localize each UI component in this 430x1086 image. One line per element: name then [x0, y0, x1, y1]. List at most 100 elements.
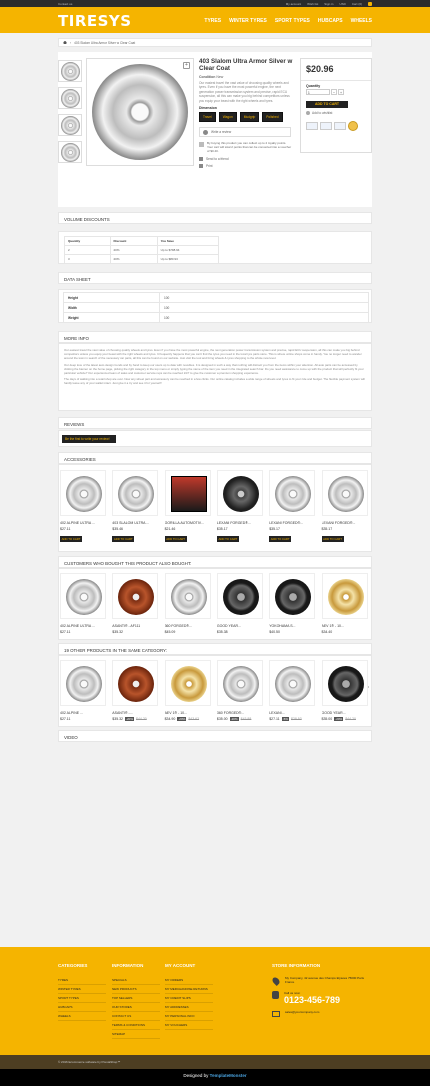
- product-card[interactable]: 360 FORGED®... $45.09: [164, 573, 211, 634]
- product-name[interactable]: ASANTI® -...: [112, 711, 158, 715]
- nav-item-wheels[interactable]: WHEELS: [351, 18, 372, 24]
- product-card[interactable]: LEXANI FORGED®... $35.17 ADD TO CART: [321, 470, 368, 542]
- product-name[interactable]: LEXANI FORGED®...: [322, 521, 368, 525]
- add-to-cart-button[interactable]: ADD TO CART: [321, 536, 344, 542]
- currency-select[interactable]: USD: [339, 2, 345, 6]
- product-thumb[interactable]: [269, 573, 316, 619]
- product-thumb[interactable]: [164, 573, 211, 619]
- product-name[interactable]: 403 SLALOM ULTRA ...: [112, 521, 158, 525]
- product-card[interactable]: ASANTI® -... $35.32 -20% $44.20: [112, 660, 159, 721]
- product-thumb[interactable]: [60, 573, 106, 619]
- dimension-option[interactable]: Polished: [262, 112, 283, 123]
- footer-link[interactable]: Contact us: [112, 1012, 160, 1021]
- product-card[interactable]: YOKOHAMA S... $40.50: [269, 573, 316, 634]
- zoom-icon[interactable]: +: [183, 62, 190, 69]
- product-card[interactable]: AEV 1® - 10... $34.40: [321, 573, 368, 634]
- product-thumb[interactable]: [164, 470, 211, 516]
- product-card[interactable]: LEXANI FORGED®... $35.17 ADD TO CART: [269, 470, 316, 542]
- send-to-friend-link[interactable]: Send to a friend: [199, 157, 293, 161]
- product-name[interactable]: AEV 1® - 10...: [165, 711, 211, 715]
- add-to-cart-button[interactable]: ADD TO CART: [269, 536, 292, 542]
- product-thumb[interactable]: [112, 660, 159, 706]
- product-name[interactable]: YOKOHAMA S...: [269, 624, 315, 628]
- product-card[interactable]: LEXANI FORGED®... $35.17 ADD TO CART: [216, 470, 263, 542]
- cart-icon[interactable]: [368, 1, 372, 6]
- footer-link[interactable]: Top sellers: [112, 994, 160, 1003]
- product-main-image[interactable]: +: [86, 58, 194, 166]
- footer-link[interactable]: Specials: [112, 976, 160, 985]
- thumbnail[interactable]: [58, 87, 82, 109]
- product-card[interactable]: 402 ALPINE ULTRA ... $27.11: [60, 573, 106, 634]
- product-name[interactable]: GOOD YEAR...: [322, 711, 368, 715]
- dimension-option[interactable]: Mudgrip: [239, 112, 260, 123]
- product-name[interactable]: LEXANI...: [269, 711, 315, 715]
- footer-link[interactable]: Winter tyres: [58, 985, 106, 994]
- product-thumb[interactable]: [216, 573, 263, 619]
- footer-link[interactable]: Our stores: [112, 1003, 160, 1012]
- my-account-link[interactable]: My account: [286, 2, 301, 6]
- product-card[interactable]: 402 ALPINE ULTRA ... $27.11 ADD TO CART: [60, 470, 106, 542]
- product-name[interactable]: AEV 1® - 10...: [322, 624, 368, 628]
- product-name[interactable]: 402 ALPINE ULTRA ...: [60, 624, 106, 628]
- dimension-option[interactable]: Travel: [199, 112, 216, 123]
- quantity-plus-button[interactable]: +: [338, 89, 344, 95]
- footer-link[interactable]: My merchandise returns: [165, 985, 213, 994]
- quantity-input[interactable]: 1: [306, 89, 330, 95]
- thumbnail[interactable]: [58, 60, 82, 82]
- nav-item-sport-types[interactable]: SPORT TYPES: [275, 18, 310, 24]
- product-thumb[interactable]: [321, 573, 368, 619]
- product-card[interactable]: GOOD YEAR... $35.38: [216, 573, 263, 634]
- sign-in-link[interactable]: Sign in: [324, 2, 333, 6]
- add-to-wishlist-link[interactable]: Add to wishlist: [306, 111, 371, 115]
- quantity-minus-button[interactable]: −: [331, 89, 337, 95]
- nav-item-winter-tyres[interactable]: WINTER TYRES: [229, 18, 267, 24]
- product-name[interactable]: GORILLA AUTOMOTIV...: [165, 521, 211, 525]
- wish-list-link[interactable]: Wish list: [307, 2, 318, 6]
- product-thumb[interactable]: [112, 573, 159, 619]
- product-name[interactable]: 360 FORGED®...: [165, 624, 211, 628]
- product-thumb[interactable]: [269, 470, 316, 516]
- product-card[interactable]: 402 ALPINE ... $27.11: [60, 660, 106, 721]
- add-to-cart-button[interactable]: ADD TO CART: [60, 536, 82, 542]
- footer-link[interactable]: My credit slips: [165, 994, 213, 1003]
- product-thumb[interactable]: [216, 660, 263, 706]
- product-name[interactable]: 402 ALPINE ...: [60, 711, 106, 715]
- product-thumb[interactable]: [112, 470, 159, 516]
- footer-link[interactable]: My vouchers: [165, 1021, 213, 1030]
- footer-link[interactable]: Sport types: [58, 994, 106, 1003]
- nav-item-hubcaps[interactable]: HUBCAPS: [318, 18, 343, 24]
- store-email[interactable]: sales@yourcompany.com: [285, 1010, 319, 1017]
- thumbnail[interactable]: [58, 114, 82, 136]
- product-thumb[interactable]: [321, 660, 368, 706]
- footer-link[interactable]: My personal info: [165, 1012, 213, 1021]
- product-name[interactable]: ASANTI® - AF111: [112, 624, 158, 628]
- product-card[interactable]: ASANTI® - AF111 $35.32: [112, 573, 159, 634]
- product-thumb[interactable]: [164, 660, 211, 706]
- contact-link[interactable]: Contact us: [58, 2, 72, 6]
- thumbnail[interactable]: [58, 141, 82, 163]
- footer-link[interactable]: Tyres: [58, 976, 106, 985]
- footer-link[interactable]: Terms & conditions: [112, 1021, 160, 1030]
- home-icon[interactable]: [63, 40, 67, 45]
- footer-link[interactable]: New products: [112, 985, 160, 994]
- add-to-cart-button[interactable]: ADD TO CART: [216, 536, 239, 542]
- product-card[interactable]: GOOD YEAR... $35.00 -20% $44.20: [321, 660, 368, 721]
- product-name[interactable]: LEXANI FORGED®...: [217, 521, 263, 525]
- footer-link[interactable]: Wheels: [58, 1012, 106, 1021]
- add-to-cart-button[interactable]: ADD TO CART: [306, 101, 348, 108]
- product-name[interactable]: GOOD YEAR...: [217, 624, 263, 628]
- product-card[interactable]: 360 FORGED®... $35.00 -20% $43.88: [216, 660, 263, 721]
- footer-link[interactable]: My addresses: [165, 1003, 213, 1012]
- footer-link[interactable]: Sitemap: [112, 1030, 160, 1039]
- write-review-button[interactable]: Write a review: [199, 127, 291, 138]
- footer-link[interactable]: My orders: [165, 976, 213, 985]
- product-thumb[interactable]: [60, 470, 106, 516]
- dimension-option[interactable]: Wagon: [218, 112, 237, 123]
- add-to-cart-button[interactable]: ADD TO CART: [164, 536, 187, 542]
- add-to-cart-button[interactable]: ADD TO CART: [112, 536, 135, 542]
- product-card[interactable]: AEV 1® - 10... $34.90 -20% $43.62: [164, 660, 211, 721]
- product-card[interactable]: GORILLA AUTOMOTIV... $21.46 ADD TO CART: [164, 470, 211, 542]
- product-thumb[interactable]: [216, 470, 263, 516]
- product-thumb[interactable]: [321, 470, 368, 516]
- nav-item-tyres[interactable]: TYRES: [204, 18, 221, 24]
